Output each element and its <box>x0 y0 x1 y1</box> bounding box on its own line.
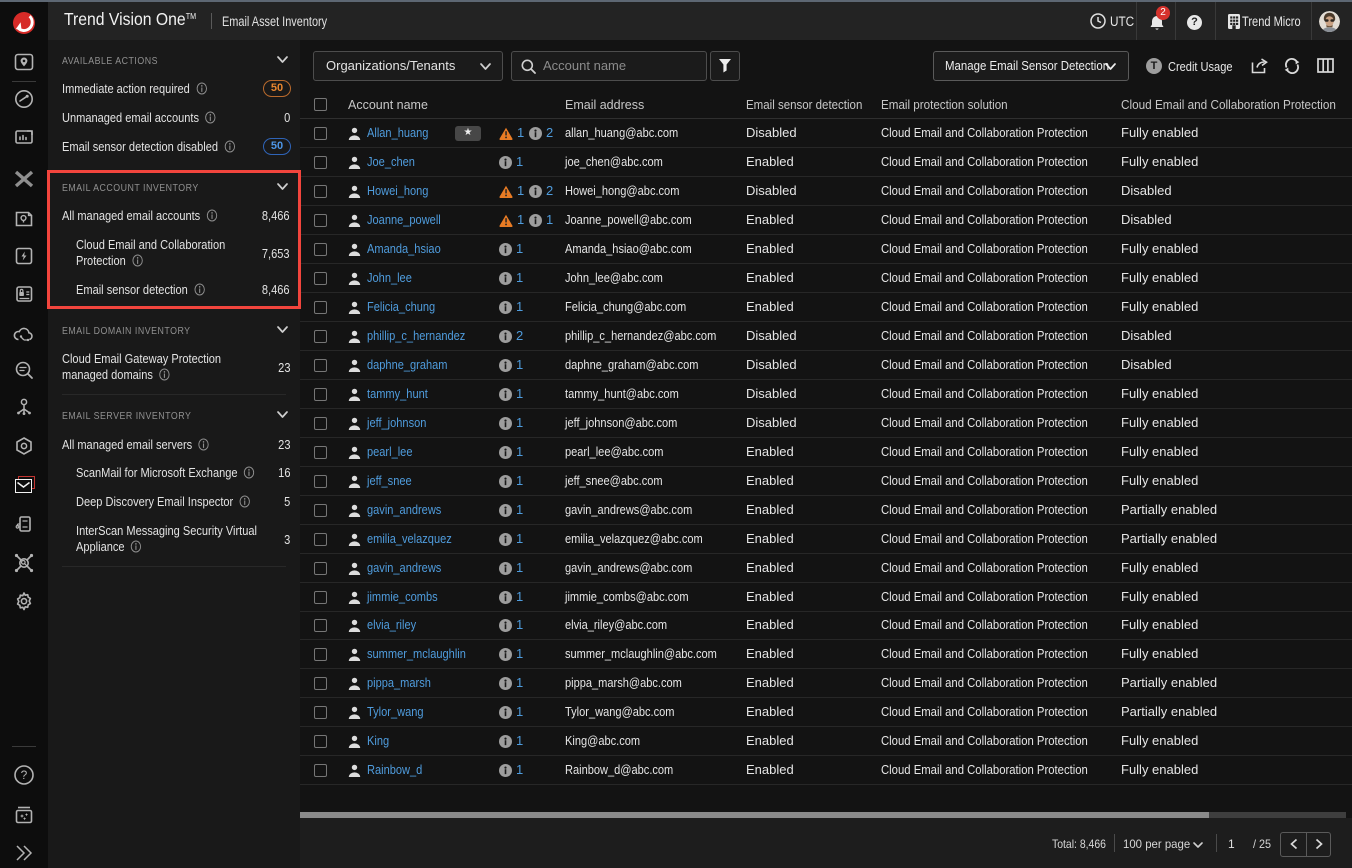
svg-text:?: ? <box>21 768 28 782</box>
